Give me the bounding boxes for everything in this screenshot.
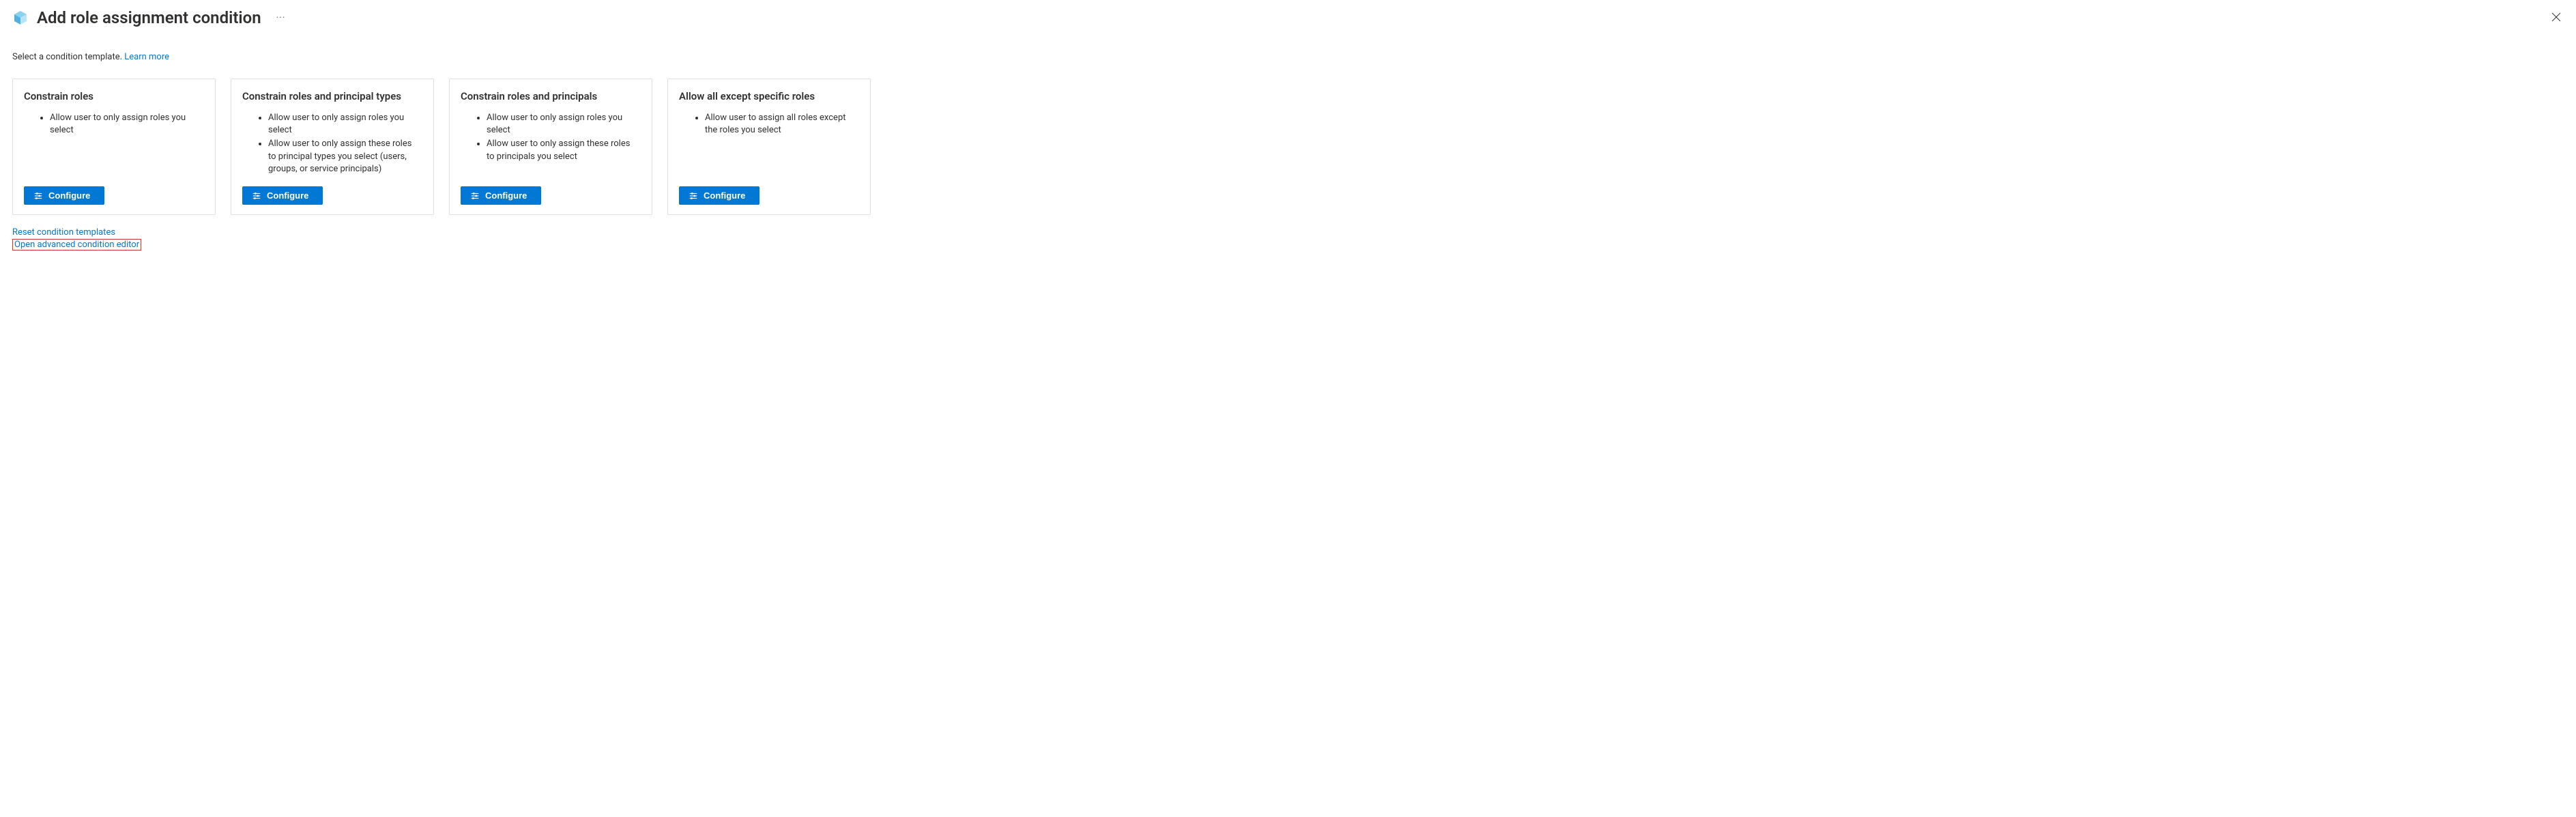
card-bullets: Allow user to assign all roles except th… xyxy=(679,112,859,137)
card-bullets: Allow user to only assign roles you sele… xyxy=(461,112,641,163)
card-bullet: Allow user to only assign roles you sele… xyxy=(268,112,422,137)
header-left: Add role assignment condition ··· xyxy=(12,8,286,27)
card-content: Allow all except specific roles Allow us… xyxy=(679,90,859,146)
footer-links: Reset condition templates Open advanced … xyxy=(12,227,2564,250)
card-bullets: Allow user to only assign roles you sele… xyxy=(24,112,204,137)
settings-icon xyxy=(470,191,480,201)
prompt-label: Select a condition template. xyxy=(12,52,124,62)
card-constrain-roles: Constrain roles Allow user to only assig… xyxy=(12,78,216,215)
card-constrain-roles-principal-types: Constrain roles and principal types Allo… xyxy=(231,78,434,215)
card-content: Constrain roles and principals Allow use… xyxy=(461,90,641,173)
settings-icon xyxy=(33,191,43,201)
card-title: Allow all except specific roles xyxy=(679,90,859,102)
card-bullet: Allow user to assign all roles except th… xyxy=(705,112,859,137)
page-title: Add role assignment condition xyxy=(37,8,261,27)
card-bullet: Allow user to only assign roles you sele… xyxy=(50,112,204,137)
cards-container: Constrain roles Allow user to only assig… xyxy=(12,78,2564,215)
close-button[interactable] xyxy=(2549,9,2564,27)
prompt-text: Select a condition template. Learn more xyxy=(12,52,2564,62)
card-bullet: Allow user to only assign roles you sele… xyxy=(487,112,641,137)
card-title: Constrain roles and principals xyxy=(461,90,641,102)
configure-label: Configure xyxy=(267,190,308,201)
card-bullet: Allow user to only assign these roles to… xyxy=(268,138,422,175)
learn-more-link[interactable]: Learn more xyxy=(124,52,169,62)
configure-label: Configure xyxy=(48,190,90,201)
more-icon[interactable]: ··· xyxy=(276,12,286,23)
settings-icon xyxy=(689,191,698,201)
reset-templates-link[interactable]: Reset condition templates xyxy=(12,227,115,238)
card-bullets: Allow user to only assign roles you sele… xyxy=(242,112,422,175)
settings-icon xyxy=(252,191,261,201)
configure-button[interactable]: Configure xyxy=(24,186,104,205)
configure-button[interactable]: Configure xyxy=(242,186,323,205)
card-title: Constrain roles and principal types xyxy=(242,90,422,102)
card-content: Constrain roles and principal types Allo… xyxy=(242,90,422,185)
card-constrain-roles-principals: Constrain roles and principals Allow use… xyxy=(449,78,652,215)
cube-icon xyxy=(12,10,29,26)
configure-label: Configure xyxy=(704,190,745,201)
close-icon xyxy=(2551,12,2561,22)
page-header: Add role assignment condition ··· xyxy=(12,8,2564,27)
card-content: Constrain roles Allow user to only assig… xyxy=(24,90,204,146)
open-advanced-editor-link[interactable]: Open advanced condition editor xyxy=(12,239,141,250)
configure-label: Configure xyxy=(485,190,527,201)
configure-button[interactable]: Configure xyxy=(679,186,759,205)
card-allow-except-roles: Allow all except specific roles Allow us… xyxy=(667,78,871,215)
card-title: Constrain roles xyxy=(24,90,204,102)
configure-button[interactable]: Configure xyxy=(461,186,541,205)
card-bullet: Allow user to only assign these roles to… xyxy=(487,138,641,162)
